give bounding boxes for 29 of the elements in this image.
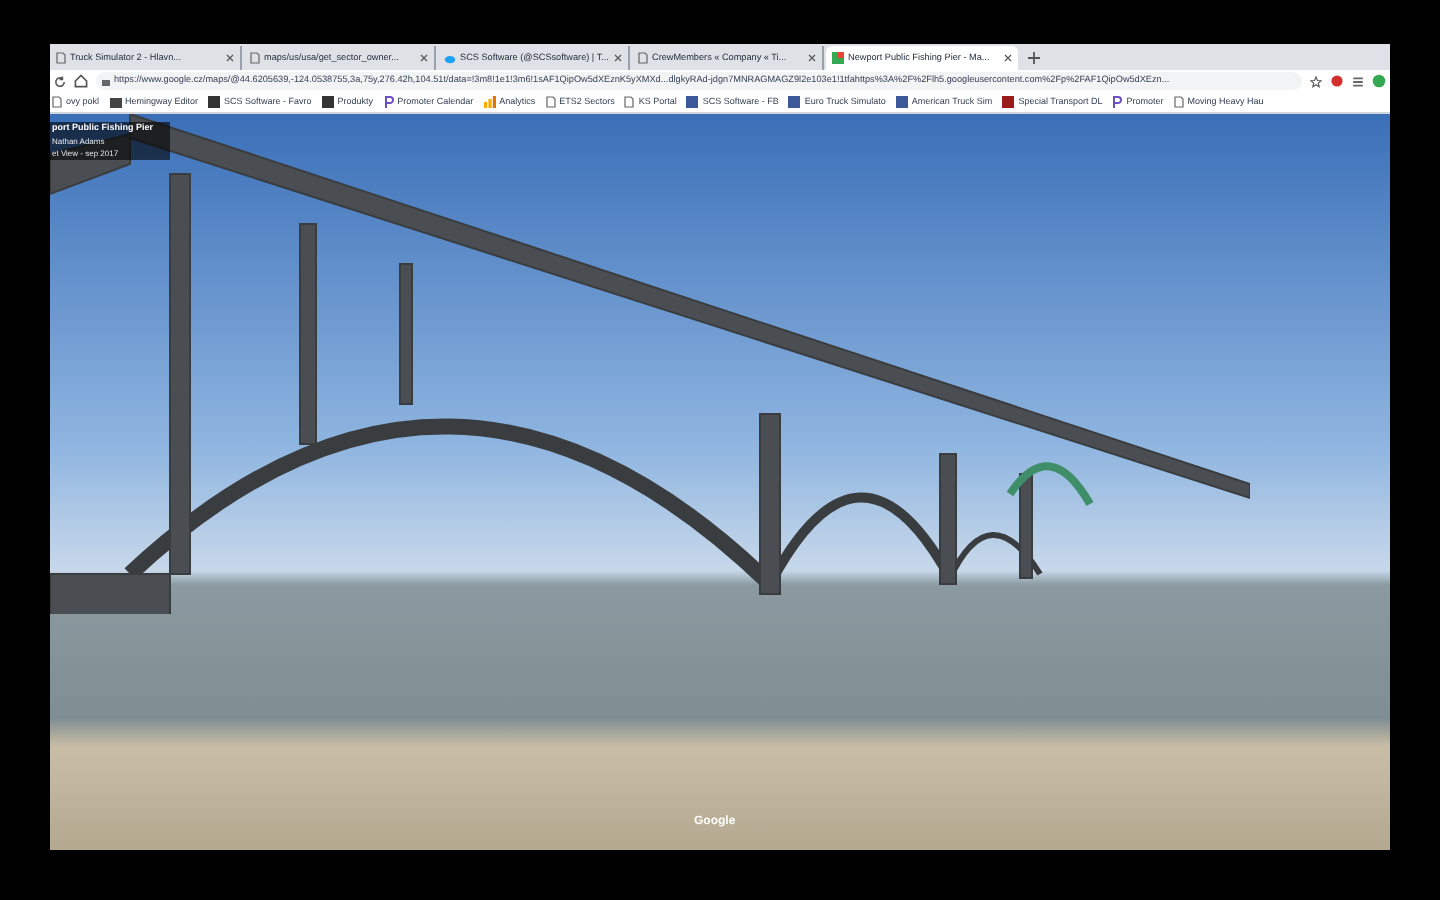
page-icon [624,96,635,108]
f-square-icon [788,96,801,108]
square-icon [208,96,221,108]
page-icon [638,52,648,64]
square-icon [1002,96,1015,108]
new-tab-icon[interactable] [1028,52,1040,64]
square-icon [321,96,334,108]
close-icon[interactable] [1004,54,1012,62]
reload-icon[interactable] [54,75,66,87]
star-icon[interactable] [1310,75,1322,87]
address-bar[interactable] [96,72,1302,90]
close-icon[interactable] [226,54,234,62]
close-icon[interactable] [420,54,428,62]
extension-icon[interactable] [1330,74,1344,88]
letter-p-icon [1112,96,1123,108]
page-icon [56,52,66,64]
home-icon[interactable] [74,74,88,88]
close-icon[interactable] [808,54,816,62]
page-icon [250,52,260,64]
menu-icon[interactable] [1352,75,1364,87]
letter-p-icon [383,96,394,108]
bar-chart-icon [483,96,496,108]
profile-icon[interactable] [1372,74,1386,88]
f-square-icon [895,96,908,108]
f-square-icon [686,96,699,108]
page-icon [52,96,62,108]
page-icon [545,96,556,108]
page-icon [1173,96,1184,108]
close-icon[interactable] [614,54,622,62]
